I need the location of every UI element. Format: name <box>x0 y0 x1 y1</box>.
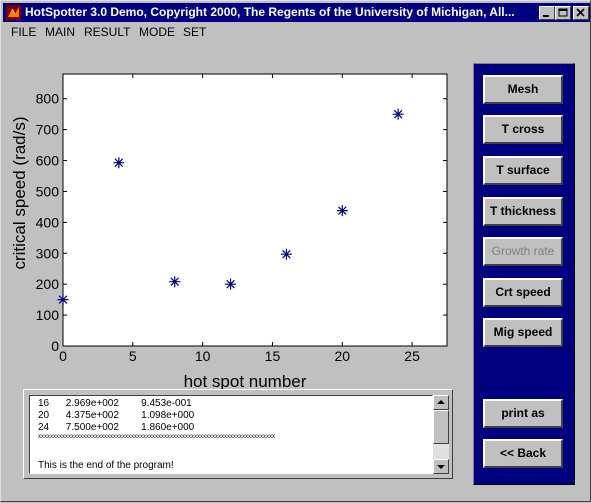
data-point <box>113 157 125 169</box>
t-surface-button[interactable]: T surface <box>483 156 563 185</box>
y-tick-label: 400 <box>36 214 60 230</box>
scroll-thumb[interactable] <box>433 410 449 444</box>
y-tick-label: 700 <box>36 122 60 138</box>
mig-speed-button[interactable]: Mig speed <box>483 318 563 347</box>
mesh-button[interactable]: Mesh <box>483 75 563 104</box>
output-panel: 16 2.969e+002 9.453e-001 20 4.375e+002 1… <box>23 389 453 479</box>
data-point <box>336 205 348 217</box>
y-tick-label: 800 <box>36 91 60 107</box>
asterisk-marker <box>225 278 237 290</box>
growth-rate-button[interactable]: Growth rate <box>483 237 563 266</box>
data-point <box>169 276 181 288</box>
crt-speed-button[interactable]: Crt speed <box>483 278 563 307</box>
app-window: HotSpotter 3.0 Demo, Copyright 2000, The… <box>0 0 591 502</box>
asterisk-marker <box>336 205 348 217</box>
arrow-up-icon <box>437 400 445 404</box>
output-line: 20 4.375e+002 1.098e+000 <box>38 410 195 421</box>
data-point <box>225 278 237 290</box>
command-panel: Mesh T cross T surface T thickness Growt… <box>473 63 575 485</box>
output-line: 16 2.969e+002 9.453e-001 <box>38 398 192 409</box>
t-thickness-button[interactable]: T thickness <box>483 197 563 226</box>
asterisk-marker <box>392 108 404 120</box>
output-scrollbar[interactable] <box>433 395 449 474</box>
y-tick-label: 200 <box>36 276 60 292</box>
y-axis-label: critical speed (rad/s) <box>10 116 29 269</box>
scroll-down-button[interactable] <box>433 459 449 474</box>
y-tick-label: 300 <box>36 245 60 261</box>
asterisk-marker <box>113 157 125 169</box>
x-tick-label: 5 <box>129 348 137 364</box>
output-separator: xxxxxxxxxxxxxxxxxxxxxxxxxxxxxxxxxxxxxxxx… <box>38 434 275 440</box>
y-tick-label: 100 <box>36 307 60 323</box>
output-line: This is the end of the program! <box>38 460 174 471</box>
t-cross-button[interactable]: T cross <box>483 115 563 144</box>
asterisk-marker <box>169 276 181 288</box>
data-point <box>392 108 404 120</box>
output-line: 24 7.500e+002 1.860e+000 <box>38 422 195 433</box>
x-tick-label: 0 <box>59 348 67 364</box>
y-tick-label: 600 <box>36 153 60 169</box>
scroll-up-button[interactable] <box>433 395 449 410</box>
back-button[interactable]: << Back <box>483 439 563 468</box>
x-tick-label: 25 <box>404 348 420 364</box>
y-tick-label: 500 <box>36 183 60 199</box>
arrow-down-icon <box>437 465 445 469</box>
x-tick-label: 15 <box>265 348 281 364</box>
y-tick-label: 0 <box>51 338 59 354</box>
x-tick-label: 10 <box>195 348 211 364</box>
x-tick-label: 20 <box>334 348 350 364</box>
output-text-box[interactable]: 16 2.969e+002 9.453e-001 20 4.375e+002 1… <box>29 395 433 474</box>
data-point <box>280 248 292 260</box>
data-point <box>57 294 69 306</box>
print-as-button[interactable]: print as <box>483 399 563 428</box>
asterisk-marker <box>280 248 292 260</box>
axes-frame <box>62 73 448 347</box>
asterisk-marker <box>57 294 69 306</box>
